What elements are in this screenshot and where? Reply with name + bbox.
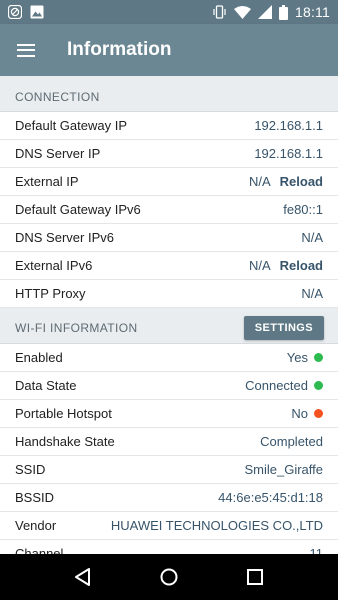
row-label: Channel — [15, 546, 64, 554]
row-value: fe80::1 — [283, 202, 323, 217]
vibrate-icon — [212, 5, 227, 19]
row-ssid[interactable]: SSID Smile_Giraffe — [0, 456, 338, 484]
row-label: Enabled — [15, 350, 63, 365]
reload-button[interactable]: Reload — [280, 174, 323, 189]
row-external-ip[interactable]: External IP N/A Reload — [0, 168, 338, 196]
row-value: No — [291, 406, 323, 421]
row-value-text: 192.168.1.1 — [254, 118, 323, 133]
signal-icon — [258, 5, 272, 19]
row-label: Handshake State — [15, 434, 115, 449]
row-label: Default Gateway IPv6 — [15, 202, 141, 217]
row-value-text: 192.168.1.1 — [254, 146, 323, 161]
row-value: Connected — [245, 378, 323, 393]
row-label: Default Gateway IP — [15, 118, 127, 133]
status-bar: 18:11 — [0, 0, 338, 24]
wifi-icon — [234, 5, 251, 19]
row-value: Smile_Giraffe — [244, 462, 323, 477]
reload-button[interactable]: Reload — [280, 258, 323, 273]
home-icon[interactable] — [154, 562, 184, 592]
row-dns-server-ip[interactable]: DNS Server IP 192.168.1.1 — [0, 140, 338, 168]
row-value: N/A — [301, 230, 323, 245]
wifi-list: Enabled Yes Data State Connected Portable Ho… — [0, 344, 338, 554]
back-icon[interactable] — [68, 562, 98, 592]
row-bssid[interactable]: BSSID 44:6e:e5:45:d1:18 — [0, 484, 338, 512]
row-value-text: Connected — [245, 378, 308, 393]
row-value-text: fe80::1 — [283, 202, 323, 217]
recents-icon[interactable] — [240, 562, 270, 592]
row-value-text: 11 — [309, 546, 324, 554]
row-handshake-state[interactable]: Handshake State Completed — [0, 428, 338, 456]
status-dot-icon — [314, 409, 323, 418]
row-value-text: Completed — [260, 434, 323, 449]
row-dns-server-ipv6[interactable]: DNS Server IPv6 N/A — [0, 224, 338, 252]
row-label: External IP — [15, 174, 79, 189]
status-dot-icon — [314, 353, 323, 362]
image-icon — [30, 5, 44, 19]
row-value: Yes — [287, 350, 323, 365]
row-value: 11 — [310, 546, 324, 554]
row-value-text: Yes — [286, 350, 308, 365]
row-label: Data State — [15, 378, 77, 393]
page-title: Information — [67, 39, 172, 60]
row-value: 192.168.1.1 — [254, 118, 323, 133]
wifi-section-header: WI-FI INFORMATION SETTINGS — [0, 308, 338, 344]
row-label: Vendor — [15, 518, 57, 533]
row-value-text: N/A — [301, 230, 323, 245]
row-label: HTTP Proxy — [15, 286, 86, 301]
row-external-ipv6[interactable]: External IPv6 N/A Reload — [0, 252, 338, 280]
row-label: Portable Hotspot — [15, 406, 112, 421]
row-default-gateway-ipv6[interactable]: Default Gateway IPv6 fe80::1 — [0, 196, 338, 224]
row-value-text: Smile_Giraffe — [244, 462, 323, 477]
navigation-bar — [0, 554, 338, 600]
row-portable-hotspot[interactable]: Portable Hotspot No — [0, 400, 338, 428]
row-http-proxy[interactable]: HTTP Proxy N/A — [0, 280, 338, 308]
row-value: Completed — [260, 434, 323, 449]
row-value-text: No — [291, 406, 308, 421]
app-bar: Information — [0, 24, 338, 76]
row-default-gateway-ip[interactable]: Default Gateway IP 192.168.1.1 — [0, 112, 338, 140]
row-value-text: N/A — [248, 174, 271, 189]
row-enabled[interactable]: Enabled Yes — [0, 344, 338, 372]
row-value: N/A Reload — [249, 174, 323, 189]
row-value: 192.168.1.1 — [254, 146, 323, 161]
info-list[interactable]: CONNECTION Default Gateway IP 192.168.1.1… — [0, 76, 338, 554]
status-dot-icon — [314, 381, 323, 390]
status-time: 18:11 — [295, 4, 330, 20]
row-value-text: HUAWEI TECHNOLOGIES CO.,LTD — [110, 518, 323, 533]
row-label: External IPv6 — [15, 258, 93, 273]
row-channel[interactable]: Channel 11 — [0, 540, 338, 554]
row-value: HUAWEI TECHNOLOGIES CO.,LTD — [111, 518, 323, 533]
row-label: DNS Server IP — [15, 146, 101, 161]
row-vendor[interactable]: Vendor HUAWEI TECHNOLOGIES CO.,LTD — [0, 512, 338, 540]
hamburger-menu-icon[interactable] — [0, 24, 52, 76]
row-label: DNS Server IPv6 — [15, 230, 114, 245]
row-data-state[interactable]: Data State Connected — [0, 372, 338, 400]
row-label: SSID — [15, 462, 46, 477]
row-value: N/A — [301, 286, 323, 301]
row-value: 44:6e:e5:45:d1:18 — [218, 490, 323, 505]
row-value-text: N/A — [248, 258, 271, 273]
connection-section-header: CONNECTION — [0, 76, 338, 112]
row-value: N/A Reload — [249, 258, 323, 273]
connection-list: Default Gateway IP 192.168.1.1 DNS Server … — [0, 112, 338, 308]
row-value-text: 44:6e:e5:45:d1:18 — [218, 490, 323, 505]
battery-icon — [279, 4, 288, 20]
row-value-text: N/A — [301, 286, 323, 301]
settings-button[interactable]: SETTINGS — [243, 315, 324, 340]
row-label: BSSID — [15, 490, 55, 505]
blocker-icon — [8, 5, 22, 19]
